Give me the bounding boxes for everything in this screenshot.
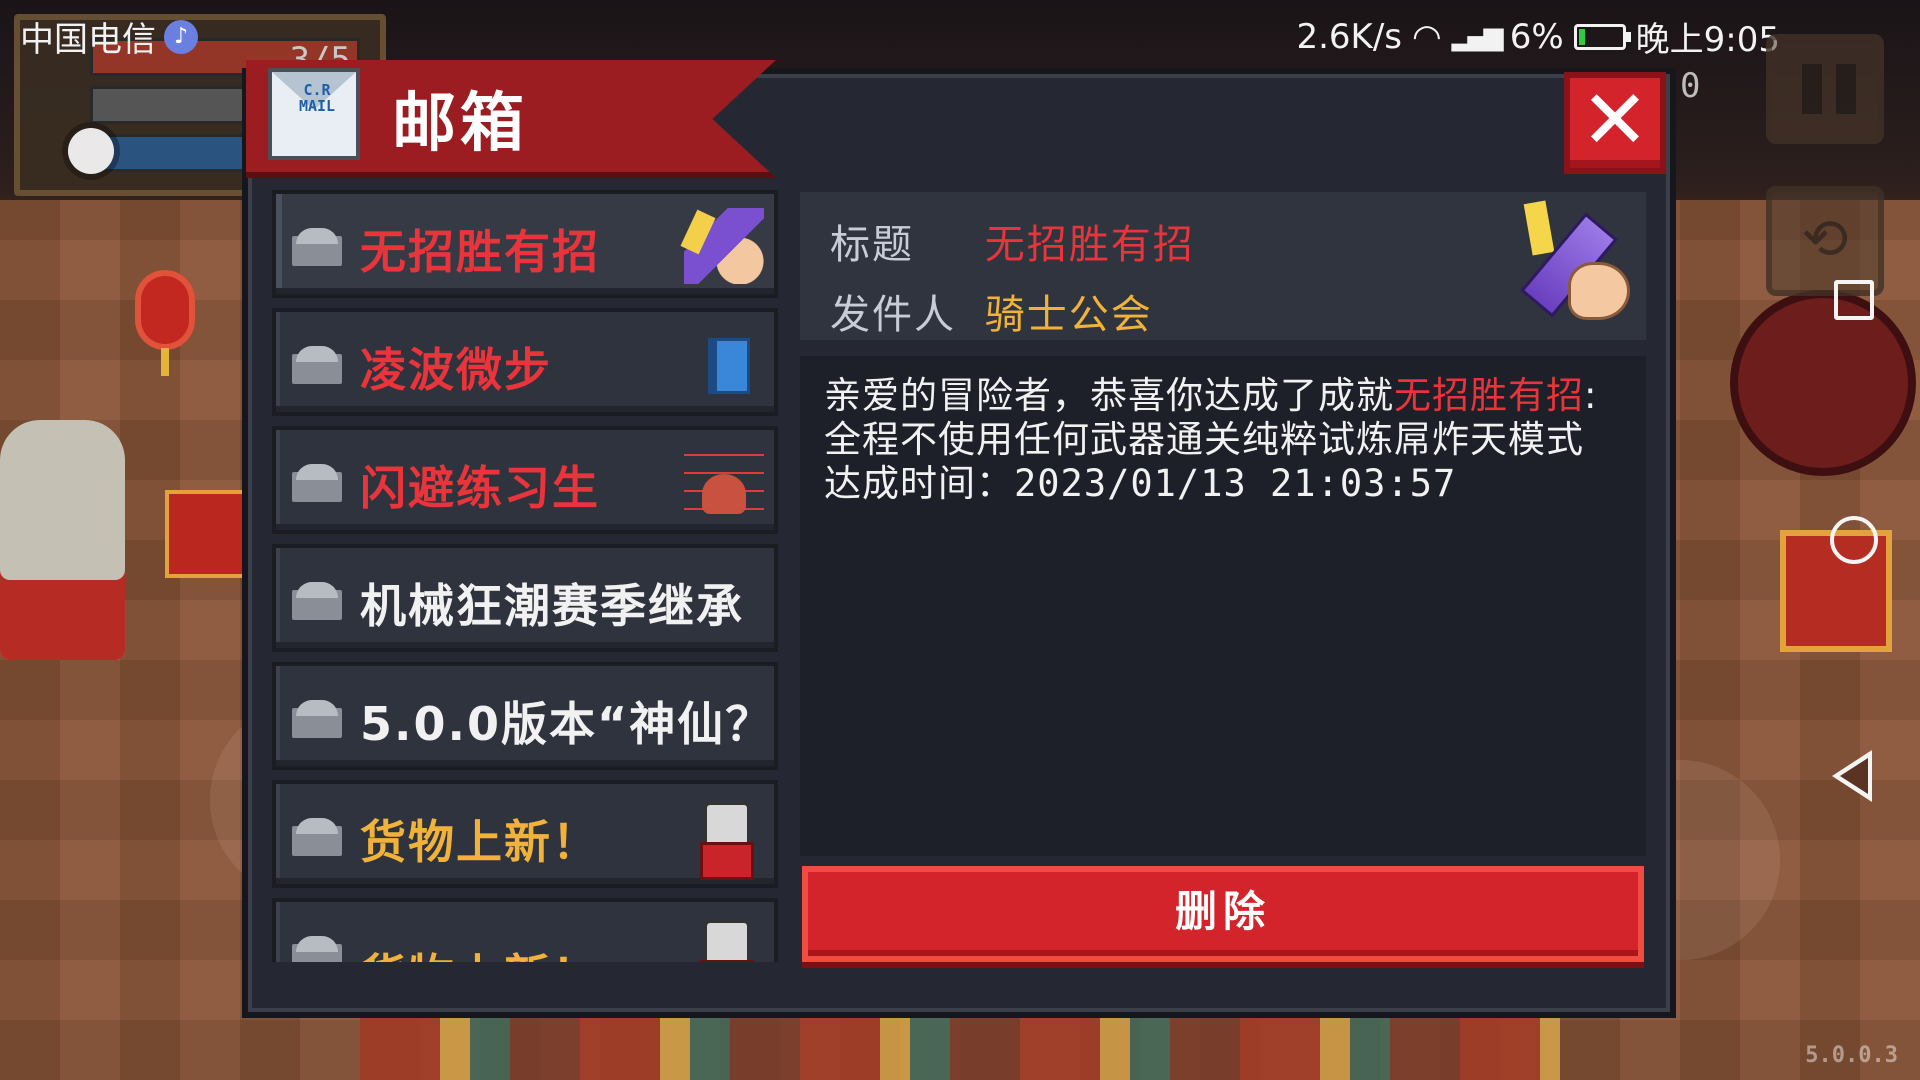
envelope-icon [292, 700, 342, 740]
mail-item[interactable]: 机械狂潮赛季继承 [272, 544, 778, 652]
message-text: 亲爱的冒险者，恭喜你达成了成就 [824, 374, 1394, 417]
net-speed: 2.6K/s [1296, 16, 1403, 57]
mail-message: 亲爱的冒险者，恭喜你达成了成就无招胜有招:全程不使用任何武器通关纯粹试炼屌炸天模… [824, 374, 1622, 462]
envelope-icon [292, 582, 342, 622]
mail-item[interactable]: 货物上新！ [272, 898, 778, 962]
background-characters [360, 1015, 1560, 1080]
signal-icon: ▂▄▆ [1451, 21, 1504, 52]
gem-count: 0 [1680, 66, 1701, 106]
achieved-label: 达成时间： [824, 462, 1014, 505]
home-icon[interactable] [1830, 516, 1878, 564]
mail-item[interactable]: 闪避练习生 [272, 426, 778, 534]
recent-apps-icon[interactable] [1834, 280, 1874, 320]
mail-icon-text: C.R MAIL [298, 81, 336, 115]
envelope-icon [292, 228, 342, 268]
title-value: 无招胜有招 [984, 222, 1195, 268]
dodge-icon [684, 444, 764, 520]
mail-envelope-icon: C.R MAIL [268, 68, 360, 160]
mail-item[interactable]: 凌波微步 [272, 308, 778, 416]
mail-item[interactable]: 无招胜有招 [272, 190, 778, 298]
detail-title-row: 标题 无招胜有招 [830, 212, 1195, 270]
music-app-icon: ♪ [164, 19, 198, 54]
envelope-icon [292, 346, 342, 386]
status-bar-left: 中国电信 ♪ [20, 12, 198, 61]
back-icon[interactable] [1832, 750, 1872, 802]
envelope-icon [292, 464, 342, 504]
achieved-time: 2023/01/13 21:03:57 [1014, 462, 1457, 505]
merchant-icon [684, 798, 764, 880]
sword-hand-icon [1512, 206, 1630, 324]
envelope-icon [292, 936, 342, 962]
delete-button[interactable]: 删除 [802, 866, 1644, 962]
clock: 晚上9:05 [1635, 20, 1780, 60]
sender-value: 骑士公会 [984, 292, 1153, 338]
achievement-name: 无招胜有招 [1394, 374, 1584, 417]
wall-medallion-decoration [1730, 290, 1916, 476]
title-key: 标题 [830, 222, 914, 268]
battery-icon [1573, 23, 1631, 50]
game-screen: 3/5 5/5 200/2 中国电信 ♪ 2.6K/s ◠ ▂▄▆ 6% 晚上9… [0, 0, 1920, 1080]
fu-sign-decoration [165, 490, 248, 578]
sword-hand-icon [684, 208, 764, 284]
carrier-label: 中国电信 [20, 20, 156, 60]
envelope-icon [292, 818, 342, 858]
mail-item-title: 机械狂潮赛季继承 [360, 579, 744, 633]
floating-touch-dot[interactable] [68, 128, 114, 174]
merchant-icon [684, 916, 764, 962]
wifi-icon: ◠ [1412, 16, 1442, 57]
sender-key: 发件人 [830, 292, 956, 338]
mail-list[interactable]: 无招胜有招 凌波微步 闪避练习生 机械狂潮赛季继承 5.0.0版本“神仙？ 货物… [272, 190, 778, 962]
mail-item[interactable]: 5.0.0版本“神仙？ [272, 662, 778, 770]
lantern-decoration [135, 270, 195, 376]
dialog-title: 邮箱 [392, 87, 528, 161]
book-icon [684, 326, 764, 402]
version-label: 5.0.0.3 [1805, 1043, 1898, 1068]
status-bar-right: 2.6K/s ◠ ▂▄▆ 6% 晚上9:05 [1296, 12, 1780, 61]
pause-button[interactable] [1766, 34, 1884, 144]
mail-item-title: 5.0.0版本“神仙？ [360, 697, 764, 751]
mail-detail-body: 亲爱的冒险者，恭喜你达成了成就无招胜有招:全程不使用任何武器通关纯粹试炼屌炸天模… [800, 356, 1646, 856]
mail-item[interactable]: 货物上新！ [272, 780, 778, 888]
mail-detail-header: 标题 无招胜有招 发件人 骑士公会 [800, 192, 1646, 340]
gacha-machine [0, 420, 125, 660]
close-button[interactable]: ✕ [1564, 72, 1666, 174]
battery-percent: 6% [1509, 16, 1564, 57]
detail-sender-row: 发件人 骑士公会 [830, 282, 1153, 340]
achieved-time-line: 达成时间：2023/01/13 21:03:57 [824, 462, 1622, 506]
